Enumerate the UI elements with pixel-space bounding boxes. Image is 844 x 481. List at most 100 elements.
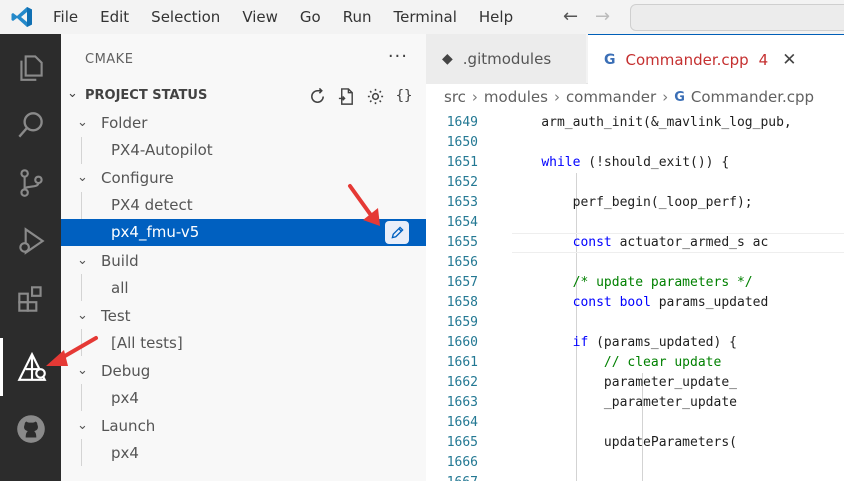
- code-line: 1660 if (params_updated) {: [426, 333, 844, 353]
- run-debug-icon[interactable]: [0, 212, 61, 270]
- source-control-icon[interactable]: [0, 154, 61, 212]
- tree-group-launch[interactable]: ⌄ Launch: [61, 413, 426, 440]
- vscode-logo-icon: [11, 7, 32, 27]
- tree-item-tests[interactable]: [All tests]: [61, 330, 426, 357]
- tab-label: .gitmodules: [462, 50, 552, 68]
- code-line: 1658 const bool params_updated: [426, 293, 844, 313]
- line-number: 1664: [446, 415, 478, 430]
- tab-gitmodules[interactable]: ◆ .gitmodules: [426, 34, 586, 84]
- command-center-search[interactable]: [630, 4, 844, 31]
- line-number: 1661: [446, 355, 478, 370]
- menu-file[interactable]: File: [42, 0, 89, 34]
- delete-cache-icon[interactable]: [335, 85, 357, 107]
- tab-commander-cpp[interactable]: G Commander.cpp 4 ✕: [588, 34, 844, 84]
- breadcrumb-item[interactable]: Commander.cpp: [691, 88, 814, 106]
- breadcrumb-item[interactable]: modules: [484, 88, 548, 106]
- edit-pencil-icon[interactable]: [385, 221, 409, 244]
- json-braces-icon[interactable]: {}: [393, 85, 415, 107]
- line-number: 1663: [446, 395, 478, 410]
- tree-group-build[interactable]: ⌄ Build: [61, 248, 426, 275]
- menu-help[interactable]: Help: [468, 0, 524, 34]
- tree-group-test[interactable]: ⌄ Test: [61, 303, 426, 330]
- code-text: _parameter_update: [510, 395, 737, 410]
- code-line: 1667: [426, 473, 844, 481]
- tree-label: Configure: [101, 169, 174, 187]
- tree-label: PX4 detect: [111, 196, 193, 214]
- code-line: 1666: [426, 453, 844, 473]
- line-number: 1650: [446, 135, 478, 150]
- annotation-arrow-icon: [46, 336, 98, 366]
- breadcrumb: src › modules › commander › G Commander.…: [426, 84, 844, 110]
- chevron-down-icon: ⌄: [77, 253, 88, 268]
- github-icon[interactable]: [0, 400, 61, 458]
- menu-terminal[interactable]: Terminal: [383, 0, 468, 34]
- code-text: arm_auth_init(&_mavlink_log_pub,: [510, 115, 792, 130]
- tree-label: px4: [111, 389, 139, 407]
- menu-edit[interactable]: Edit: [89, 0, 140, 34]
- tree-label: PX4-Autopilot: [111, 141, 213, 159]
- chevron-down-icon: ⌄: [67, 86, 78, 101]
- code-line: 1655 const actuator_armed_s ac: [426, 233, 844, 253]
- line-number: 1658: [446, 295, 478, 310]
- line-number: 1656: [446, 255, 478, 270]
- cmake-sidebar: CMAKE ··· ⌄ PROJECT STATUS {} ⌄ Folder P…: [61, 34, 426, 481]
- code-text: parameter_update_: [510, 375, 737, 390]
- tree-group-folder[interactable]: ⌄ Folder: [61, 110, 426, 137]
- tree-item-folder[interactable]: PX4-Autopilot: [61, 137, 426, 164]
- tree-label: px4_fmu-v5: [111, 223, 200, 241]
- code-line: 1656: [426, 253, 844, 273]
- more-actions-icon[interactable]: ···: [388, 46, 408, 67]
- code-line: 1662 parameter_update_: [426, 373, 844, 393]
- line-number: 1659: [446, 315, 478, 330]
- forward-arrow-icon[interactable]: →: [595, 6, 610, 27]
- chevron-down-icon: ⌄: [77, 418, 88, 433]
- activity-bar: [0, 34, 61, 481]
- code-editor[interactable]: 1649 arm_auth_init(&_mavlink_log_pub, 165…: [426, 113, 844, 481]
- chevron-down-icon: ⌄: [77, 170, 88, 185]
- code-line: 1654: [426, 213, 844, 233]
- back-arrow-icon[interactable]: ←: [563, 6, 578, 27]
- code-text: /* update parameters */: [510, 275, 753, 290]
- menu-run[interactable]: Run: [332, 0, 383, 34]
- tree-label: all: [111, 279, 129, 297]
- diamond-icon: ◆: [442, 51, 453, 67]
- explorer-icon[interactable]: [0, 38, 61, 96]
- tree-label: Folder: [101, 114, 148, 132]
- project-status-section-header[interactable]: ⌄ PROJECT STATUS {}: [61, 84, 426, 108]
- breadcrumb-item[interactable]: commander: [566, 88, 656, 106]
- line-number: 1651: [446, 155, 478, 170]
- search-icon[interactable]: [0, 96, 61, 154]
- code-line: 1653 perf_begin(_loop_perf);: [426, 193, 844, 213]
- editor-area: ◆ .gitmodules G Commander.cpp 4 ✕ src › …: [426, 34, 844, 481]
- refresh-icon[interactable]: [306, 85, 328, 107]
- chevron-right-icon: ›: [553, 88, 560, 106]
- line-number: 1657: [446, 275, 478, 290]
- menu-go[interactable]: Go: [289, 0, 332, 34]
- chevron-right-icon: ›: [662, 88, 669, 106]
- extensions-icon[interactable]: [0, 270, 61, 328]
- menu-view[interactable]: View: [231, 0, 289, 34]
- tree-label: Debug: [101, 362, 151, 380]
- cpp-icon: G: [604, 51, 616, 68]
- breadcrumb-item[interactable]: src: [444, 88, 466, 106]
- line-number: 1652: [446, 175, 478, 190]
- gear-icon[interactable]: [364, 85, 386, 107]
- line-number: 1654: [446, 215, 478, 230]
- close-icon[interactable]: ✕: [782, 50, 796, 70]
- code-line: 1657 /* update parameters */: [426, 273, 844, 293]
- tree-item-build-target[interactable]: all: [61, 275, 426, 302]
- line-number: 1653: [446, 195, 478, 210]
- tree-item-debug-target[interactable]: px4: [61, 385, 426, 412]
- line-number: 1662: [446, 375, 478, 390]
- tab-label: Commander.cpp: [625, 50, 749, 69]
- section-actions: {}: [306, 84, 415, 108]
- code-line: 1664: [426, 413, 844, 433]
- code-line: 1659: [426, 313, 844, 333]
- tree-group-debug[interactable]: ⌄ Debug: [61, 358, 426, 385]
- menu-selection[interactable]: Selection: [140, 0, 231, 34]
- code-line: 1650: [426, 133, 844, 153]
- tree-label: Launch: [101, 417, 156, 435]
- menu-bar: File Edit Selection View Go Run Terminal…: [42, 0, 524, 34]
- tree-item-launch-target[interactable]: px4: [61, 440, 426, 467]
- section-title: PROJECT STATUS: [85, 88, 208, 103]
